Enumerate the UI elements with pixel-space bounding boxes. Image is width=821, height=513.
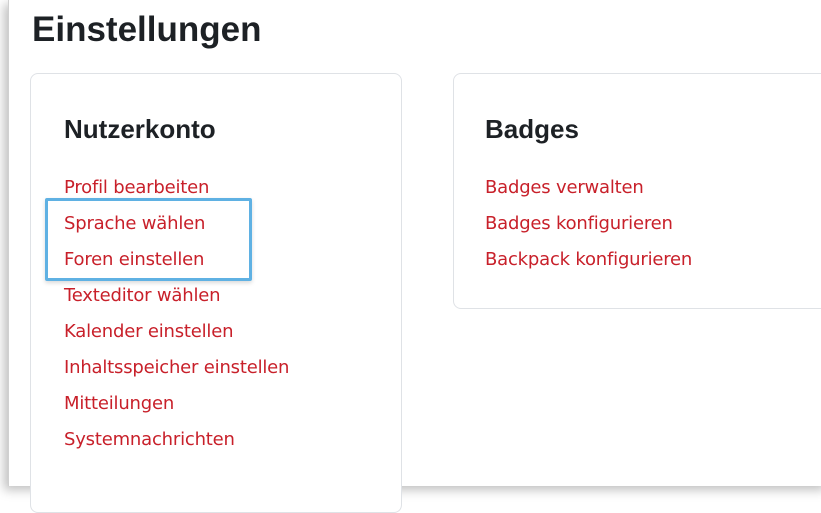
edit-profile-link[interactable]: Profil bearbeiten: [64, 177, 209, 198]
badges-card: Badges Badges verwalten Badges konfiguri…: [453, 73, 821, 309]
list-item: Mitteilungen: [64, 391, 289, 427]
list-item: Foren einstellen: [64, 247, 289, 283]
badges-card-heading: Badges: [485, 114, 579, 144]
list-item: Kalender einstellen: [64, 319, 289, 355]
content-bank-settings-link[interactable]: Inhaltsspeicher einstellen: [64, 357, 289, 378]
list-item: Systemnachrichten: [64, 427, 289, 463]
list-item: Backpack konfigurieren: [485, 247, 692, 283]
list-item: Inhaltsspeicher einstellen: [64, 355, 289, 391]
list-item: Badges konfigurieren: [485, 211, 692, 247]
list-item: Texteditor wählen: [64, 283, 289, 319]
configure-badges-link[interactable]: Badges konfigurieren: [485, 213, 673, 234]
list-item: Sprache wählen: [64, 211, 289, 247]
account-link-list: Profil bearbeiten Sprache wählen Foren e…: [64, 175, 289, 463]
text-editor-link[interactable]: Texteditor wählen: [64, 285, 221, 306]
badges-link-list: Badges verwalten Badges konfigurieren Ba…: [485, 175, 692, 283]
system-messages-link[interactable]: Systemnachrichten: [64, 429, 235, 450]
list-item: Profil bearbeiten: [64, 175, 289, 211]
configure-backpack-link[interactable]: Backpack konfigurieren: [485, 249, 692, 270]
page-title: Einstellungen: [32, 10, 262, 49]
account-card: Nutzerkonto Profil bearbeiten Sprache wä…: [30, 73, 402, 513]
notifications-link[interactable]: Mitteilungen: [64, 393, 174, 414]
forum-settings-link[interactable]: Foren einstellen: [64, 249, 204, 270]
choose-language-link[interactable]: Sprache wählen: [64, 213, 205, 234]
manage-badges-link[interactable]: Badges verwalten: [485, 177, 644, 198]
list-item: Badges verwalten: [485, 175, 692, 211]
settings-page: Einstellungen Nutzerkonto Profil bearbei…: [8, 0, 821, 513]
calendar-settings-link[interactable]: Kalender einstellen: [64, 321, 234, 342]
account-card-heading: Nutzerkonto: [64, 114, 216, 144]
